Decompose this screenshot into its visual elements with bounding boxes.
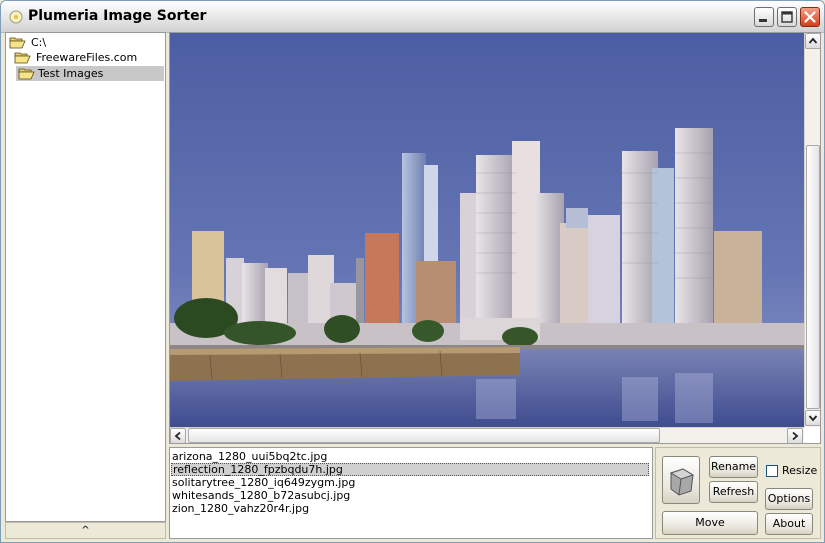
tree-item-label: Test Images — [38, 67, 104, 80]
minimize-button[interactable] — [754, 7, 774, 27]
rename-button[interactable]: Rename — [709, 456, 758, 478]
file-list-item[interactable]: solitarytree_1280_iq649zygm.jpg — [171, 476, 356, 489]
file-list[interactable]: arizona_1280_uui5bq2tc.jpg reflection_12… — [169, 447, 653, 539]
vertical-scroll-thumb[interactable] — [806, 145, 820, 409]
tree-item-test-images[interactable]: Test Images — [16, 66, 164, 81]
close-icon — [804, 11, 816, 23]
horizontal-scroll-thumb[interactable] — [188, 428, 660, 443]
image-preview-panel — [169, 32, 821, 444]
options-button[interactable]: Options — [765, 488, 813, 510]
maximize-icon — [781, 11, 793, 23]
close-button[interactable] — [800, 7, 820, 27]
folder-open-icon — [18, 68, 35, 80]
file-list-item-selected[interactable]: reflection_1280_fpzbqdu7h.jpg — [171, 463, 649, 476]
folder-open-icon — [14, 52, 31, 64]
folder-tree[interactable]: C:\ FreewareFiles.com Test Images — [5, 32, 166, 522]
scroll-down-button[interactable] — [805, 410, 820, 426]
minimize-icon — [759, 19, 767, 22]
move-button[interactable]: Move — [662, 511, 758, 535]
file-list-item[interactable]: arizona_1280_uui5bq2tc.jpg — [171, 450, 328, 463]
skyline-photo — [170, 33, 804, 427]
scroll-up-button[interactable] — [805, 33, 820, 49]
tree-item-label: FreewareFiles.com — [36, 51, 138, 64]
maximize-button[interactable] — [777, 7, 797, 27]
scroll-right-button[interactable] — [787, 428, 803, 443]
app-window: Plumeria Image Sorter C:\ FreewareFiles.… — [0, 0, 825, 543]
recycle-bin-button[interactable] — [662, 456, 700, 504]
refresh-button[interactable]: Refresh — [709, 481, 758, 503]
scroll-left-button[interactable] — [170, 428, 186, 443]
splitter-toggle[interactable]: ^ — [5, 522, 166, 539]
controls-panel: Rename Refresh Move Resize Options About — [655, 447, 821, 539]
tree-item-label: C:\ — [31, 36, 47, 49]
resize-label: Resize — [782, 464, 818, 477]
window-title: Plumeria Image Sorter — [28, 8, 207, 24]
cube-icon — [669, 468, 695, 496]
app-icon — [9, 10, 23, 24]
horizontal-scrollbar[interactable] — [170, 427, 804, 443]
arrow-left-icon — [174, 431, 181, 441]
title-bar[interactable]: Plumeria Image Sorter — [1, 1, 824, 33]
file-list-item[interactable]: whitesands_1280_b72asubcj.jpg — [171, 489, 351, 502]
resize-checkbox[interactable] — [766, 465, 778, 477]
arrow-up-icon — [808, 37, 818, 44]
chevron-up-icon: ^ — [81, 525, 90, 536]
file-list-item[interactable]: zion_1280_vahz20r4r.jpg — [171, 502, 310, 515]
folder-open-icon — [9, 37, 26, 49]
vertical-scrollbar[interactable] — [804, 33, 820, 427]
arrow-right-icon — [792, 431, 799, 441]
about-button[interactable]: About — [765, 513, 813, 535]
arrow-down-icon — [808, 415, 818, 422]
